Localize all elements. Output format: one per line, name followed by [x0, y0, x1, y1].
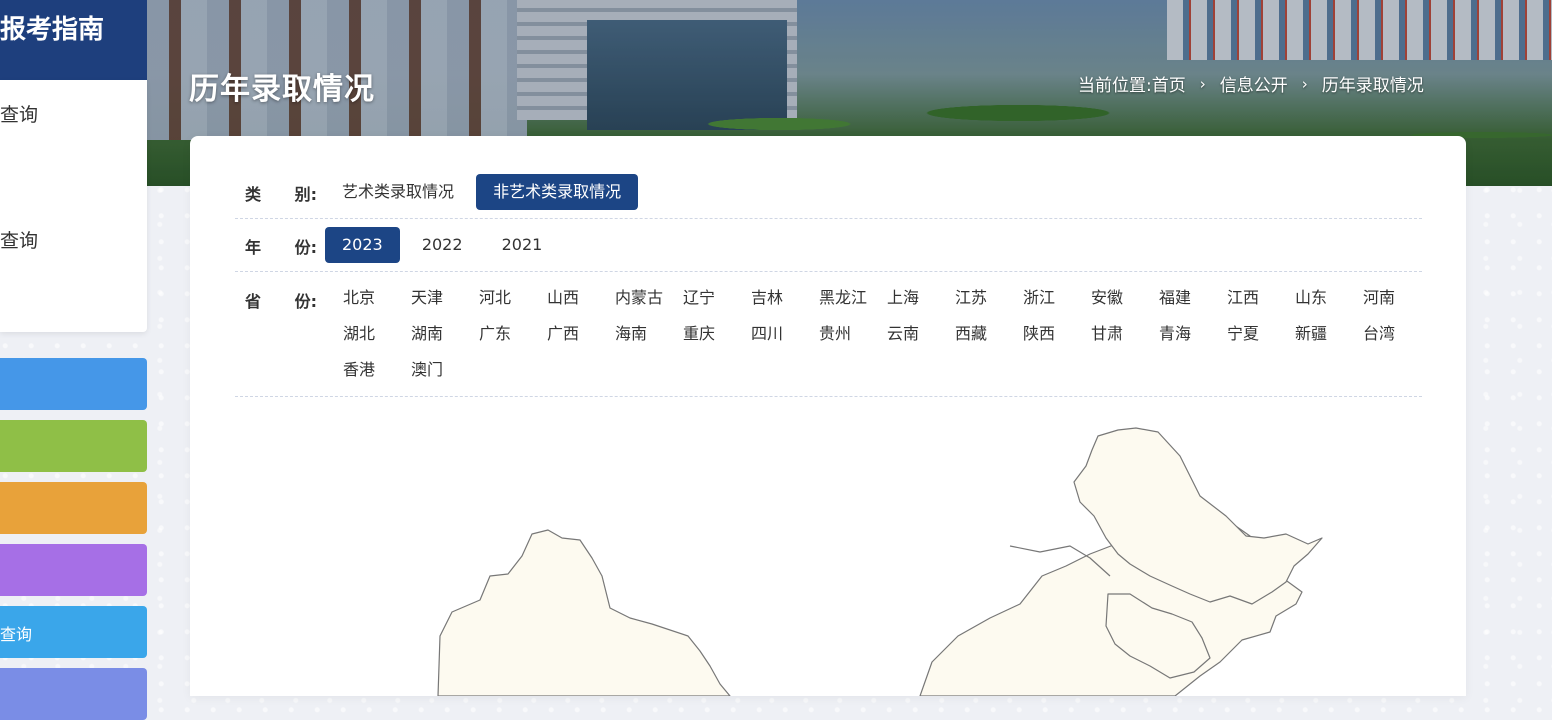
category-options: 艺术类录取情况 非艺术类录取情况	[325, 174, 639, 210]
sidebar-button-5[interactable]: 查询	[0, 606, 147, 658]
province-option[interactable]: 重庆	[683, 324, 751, 344]
sidebar-button-2[interactable]	[0, 420, 147, 472]
province-option[interactable]: 内蒙古	[615, 288, 683, 308]
breadcrumb-info-link[interactable]: 信息公开	[1220, 71, 1288, 96]
province-option[interactable]: 江苏	[955, 288, 1023, 308]
sidebar-menu-item-2[interactable]: 查询	[0, 226, 38, 253]
province-option[interactable]: 安徽	[1091, 288, 1159, 308]
chevron-right-icon: ›	[1199, 74, 1206, 93]
province-option[interactable]: 西藏	[955, 324, 1023, 344]
province-option[interactable]: 青海	[1159, 324, 1227, 344]
province-option[interactable]: 辽宁	[683, 288, 751, 308]
year-label: 年 份:	[245, 238, 317, 257]
sidebar-button-5-label: 查询	[0, 625, 33, 644]
province-option[interactable]: 贵州	[819, 324, 887, 344]
admission-card: 类 别: 艺术类录取情况 非艺术类录取情况 年 份: 2023 2022 202…	[190, 136, 1466, 696]
map-region-xinjiang	[437, 529, 731, 696]
province-option[interactable]: 广西	[547, 324, 615, 344]
sidebar-button-1[interactable]	[0, 358, 147, 410]
province-option[interactable]: 江西	[1227, 288, 1295, 308]
province-option[interactable]: 北京	[343, 288, 411, 308]
province-option[interactable]: 甘肃	[1091, 324, 1159, 344]
province-option[interactable]: 福建	[1159, 288, 1227, 308]
province-option[interactable]: 河南	[1363, 288, 1431, 308]
province-option[interactable]: 湖南	[411, 324, 479, 344]
sidebar-menu-item-1[interactable]: 查询	[0, 100, 38, 127]
province-option[interactable]: 澳门	[411, 360, 479, 380]
year-option-2021[interactable]: 2021	[485, 227, 560, 263]
year-options: 2023 2022 2021	[325, 227, 559, 263]
chevron-right-icon: ›	[1301, 74, 1308, 93]
category-option-art[interactable]: 艺术类录取情况	[325, 174, 471, 210]
breadcrumb-current: 历年录取情况	[1321, 76, 1424, 96]
category-label: 类 别:	[245, 185, 317, 204]
province-option[interactable]: 河北	[479, 288, 547, 308]
province-option[interactable]: 山东	[1295, 288, 1363, 308]
sidebar-title-text: 报考指南	[0, 15, 105, 45]
province-option[interactable]: 上海	[887, 288, 955, 308]
province-option[interactable]: 黑龙江	[819, 288, 887, 308]
province-option[interactable]: 吉林	[751, 288, 819, 308]
year-option-2023[interactable]: 2023	[325, 227, 400, 263]
sidebar-button-6[interactable]	[0, 668, 147, 720]
sidebar-title: 报考指南	[0, 0, 147, 80]
breadcrumb-home-link[interactable]: 首页	[1152, 71, 1186, 96]
province-option[interactable]: 台湾	[1363, 324, 1431, 344]
province-label: 省 份:	[245, 292, 317, 311]
sidebar-button-3[interactable]	[0, 482, 147, 534]
breadcrumb: 当前位置: 首页 › 信息公开 › 历年录取情况	[1078, 71, 1424, 97]
year-filter-row: 年 份: 2023 2022 2021	[235, 219, 1422, 272]
page-title: 历年录取情况	[189, 72, 375, 107]
year-option-2022[interactable]: 2022	[405, 227, 480, 263]
province-option[interactable]: 广东	[479, 324, 547, 344]
province-option[interactable]: 新疆	[1295, 324, 1363, 344]
sidebar-menu: 查询 查询	[0, 80, 147, 332]
breadcrumb-prefix: 当前位置:	[1078, 76, 1152, 96]
province-option[interactable]: 浙江	[1023, 288, 1091, 308]
china-map[interactable]	[190, 426, 1466, 696]
province-option[interactable]: 湖北	[343, 324, 411, 344]
province-option[interactable]: 天津	[411, 288, 479, 308]
province-options: 北京 天津 河北 山西 内蒙古 辽宁 吉林 黑龙江 上海 江苏 浙江 安徽 福建 江西 山东 河南湖北 湖南 广东…	[343, 288, 1443, 380]
province-option[interactable]: 云南	[887, 324, 955, 344]
province-filter-row: 省 份: 北京 天津 河北 山西 内蒙古 辽宁 吉林 黑龙江 上海 江苏 浙江 安徽 福建 江西 山东 河南湖…	[235, 272, 1422, 397]
category-filter-row: 类 别: 艺术类录取情况 非艺术类录取情况	[235, 172, 1422, 219]
province-option[interactable]: 香港	[343, 360, 411, 380]
category-option-non-art[interactable]: 非艺术类录取情况	[476, 174, 639, 210]
province-option[interactable]: 海南	[615, 324, 683, 344]
province-option[interactable]: 山西	[547, 288, 615, 308]
province-option[interactable]: 四川	[751, 324, 819, 344]
sidebar-button-4[interactable]	[0, 544, 147, 596]
province-option[interactable]: 陕西	[1023, 324, 1091, 344]
province-option[interactable]: 宁夏	[1227, 324, 1295, 344]
